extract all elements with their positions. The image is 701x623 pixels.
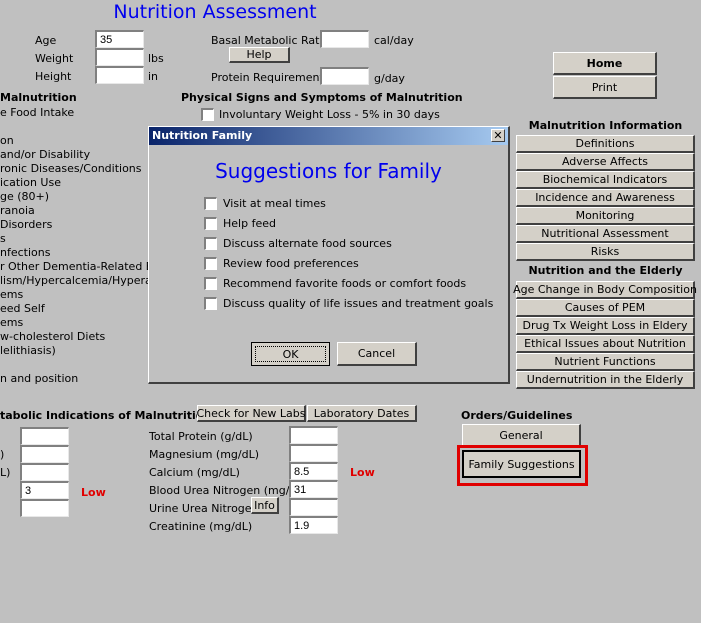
lab-left-input[interactable] <box>20 499 69 517</box>
protein-unit: g/day <box>374 72 405 85</box>
checkbox[interactable] <box>204 237 217 250</box>
calcium-input[interactable] <box>289 462 338 480</box>
nav-risks[interactable]: Risks <box>516 243 695 261</box>
bmr-label: Basal Metabolic Rate <box>211 34 327 47</box>
ok-button[interactable]: OK <box>251 342 330 366</box>
home-button[interactable]: Home <box>553 52 657 75</box>
height-label: Height <box>35 70 72 83</box>
help-button[interactable]: Help <box>229 47 290 63</box>
lab-left-input[interactable] <box>20 445 69 463</box>
option-food-preferences[interactable]: Review food preferences <box>204 257 359 270</box>
bun-input[interactable] <box>289 480 338 498</box>
option-label: Discuss alternate food sources <box>223 237 392 250</box>
option-alternate-food[interactable]: Discuss alternate food sources <box>204 237 392 250</box>
dialog-heading: Suggestions for Family <box>215 159 442 183</box>
risk-heading: Malnutrition <box>0 91 77 104</box>
laboratory-dates-button[interactable]: Laboratory Dates <box>307 405 417 422</box>
nav-ethical-issues[interactable]: Ethical Issues about Nutrition <box>516 335 695 353</box>
bmr-unit: cal/day <box>374 34 414 47</box>
bun-label: Blood Urea Nitrogen (mg/dL) <box>149 484 307 497</box>
check-new-labs-button[interactable]: Check for New Labs <box>196 405 306 422</box>
nav-undernutrition[interactable]: Undernutrition in the Elderly <box>516 371 695 389</box>
nav-incidence-awareness[interactable]: Incidence and Awareness <box>516 189 695 207</box>
option-label: Visit at meal times <box>223 197 326 210</box>
weight-input[interactable] <box>95 48 144 66</box>
weight-loss-checkbox[interactable] <box>201 108 214 121</box>
risk-item[interactable]: e Food Intake <box>0 106 174 120</box>
height-input[interactable] <box>95 66 144 84</box>
calcium-label: Calcium (mg/dL) <box>149 466 240 479</box>
nav-nutritional-assessment[interactable]: Nutritional Assessment <box>516 225 695 243</box>
nav-causes-pem[interactable]: Causes of PEM <box>516 299 695 317</box>
option-label: Help feed <box>223 217 276 230</box>
dialog-titlebar: Nutrition Family ✕ <box>149 127 508 145</box>
cancel-button[interactable]: Cancel <box>337 342 417 366</box>
protein-input[interactable] <box>320 67 369 85</box>
low-flag: Low <box>350 466 375 479</box>
lab-left-label: ) <box>0 448 5 461</box>
age-input[interactable] <box>95 30 144 48</box>
lab-left-label: L) <box>0 466 11 479</box>
height-unit: in <box>148 70 159 83</box>
lab-left-input[interactable] <box>20 427 69 445</box>
checkbox[interactable] <box>204 257 217 270</box>
option-label: Recommend favorite foods or comfort food… <box>223 277 467 290</box>
print-button[interactable]: Print <box>553 76 657 99</box>
malnutrition-info-heading: Malnutrition Information <box>528 119 683 132</box>
option-help-feed[interactable]: Help feed <box>204 217 276 230</box>
creatinine-input[interactable] <box>289 516 338 534</box>
option-quality-of-life[interactable]: Discuss quality of life issues and treat… <box>204 297 493 310</box>
total-protein-label: Total Protein (g/dL) <box>149 430 253 443</box>
nav-nutrient-functions[interactable]: Nutrient Functions <box>516 353 695 371</box>
checkbox[interactable] <box>204 297 217 310</box>
option-comfort-foods[interactable]: Recommend favorite foods or comfort food… <box>204 277 466 290</box>
nav-age-change[interactable]: Age Change in Body Composition <box>513 281 697 299</box>
option-label: Discuss quality of life issues and treat… <box>223 297 494 310</box>
weight-label: Weight <box>35 52 74 65</box>
magnesium-input[interactable] <box>289 444 338 462</box>
protein-label: Protein Requirement <box>211 71 324 84</box>
nav-monitoring[interactable]: Monitoring <box>516 207 695 225</box>
nav-biochemical-indicators[interactable]: Biochemical Indicators <box>516 171 695 189</box>
lab-left-input[interactable] <box>20 481 69 499</box>
highlight-box <box>457 445 588 486</box>
orders-heading: Orders/Guidelines <box>461 409 573 422</box>
nav-definitions[interactable]: Definitions <box>516 135 695 153</box>
total-protein-input[interactable] <box>289 426 338 444</box>
physical-signs-heading: Physical Signs and Symptoms of Malnutrit… <box>181 91 463 104</box>
nav-adverse-affects[interactable]: Adverse Affects <box>516 153 695 171</box>
age-label: Age <box>35 34 57 47</box>
option-visit-meal-times[interactable]: Visit at meal times <box>204 197 326 210</box>
low-flag: Low <box>81 486 106 499</box>
info-button[interactable]: Info <box>251 497 279 514</box>
bmr-input[interactable] <box>320 30 369 48</box>
lab-left-input[interactable] <box>20 463 69 481</box>
nutrition-family-dialog: Nutrition Family ✕ Suggestions for Famil… <box>148 126 510 384</box>
creatinine-label: Creatinine (mg/dL) <box>149 520 253 533</box>
checkbox[interactable] <box>204 277 217 290</box>
elderly-heading: Nutrition and the Elderly <box>528 264 683 277</box>
dialog-title: Nutrition Family <box>152 129 253 142</box>
weight-unit: lbs <box>148 52 164 65</box>
close-icon[interactable]: ✕ <box>491 129 505 142</box>
uun-input[interactable] <box>289 498 338 516</box>
page-title: Nutrition Assessment <box>113 1 317 23</box>
uun-label: Urine Urea Nitrogen <box>149 502 259 515</box>
checkbox[interactable] <box>204 217 217 230</box>
option-label: Review food preferences <box>223 257 359 270</box>
magnesium-label: Magnesium (mg/dL) <box>149 448 260 461</box>
labs-heading: tabolic Indications of Malnutrition <box>0 409 212 422</box>
weight-loss-label: Involuntary Weight Loss - 5% in 30 days <box>219 108 440 121</box>
checkbox[interactable] <box>204 197 217 210</box>
nav-drug-tx[interactable]: Drug Tx Weight Loss in Eldery <box>516 317 695 335</box>
